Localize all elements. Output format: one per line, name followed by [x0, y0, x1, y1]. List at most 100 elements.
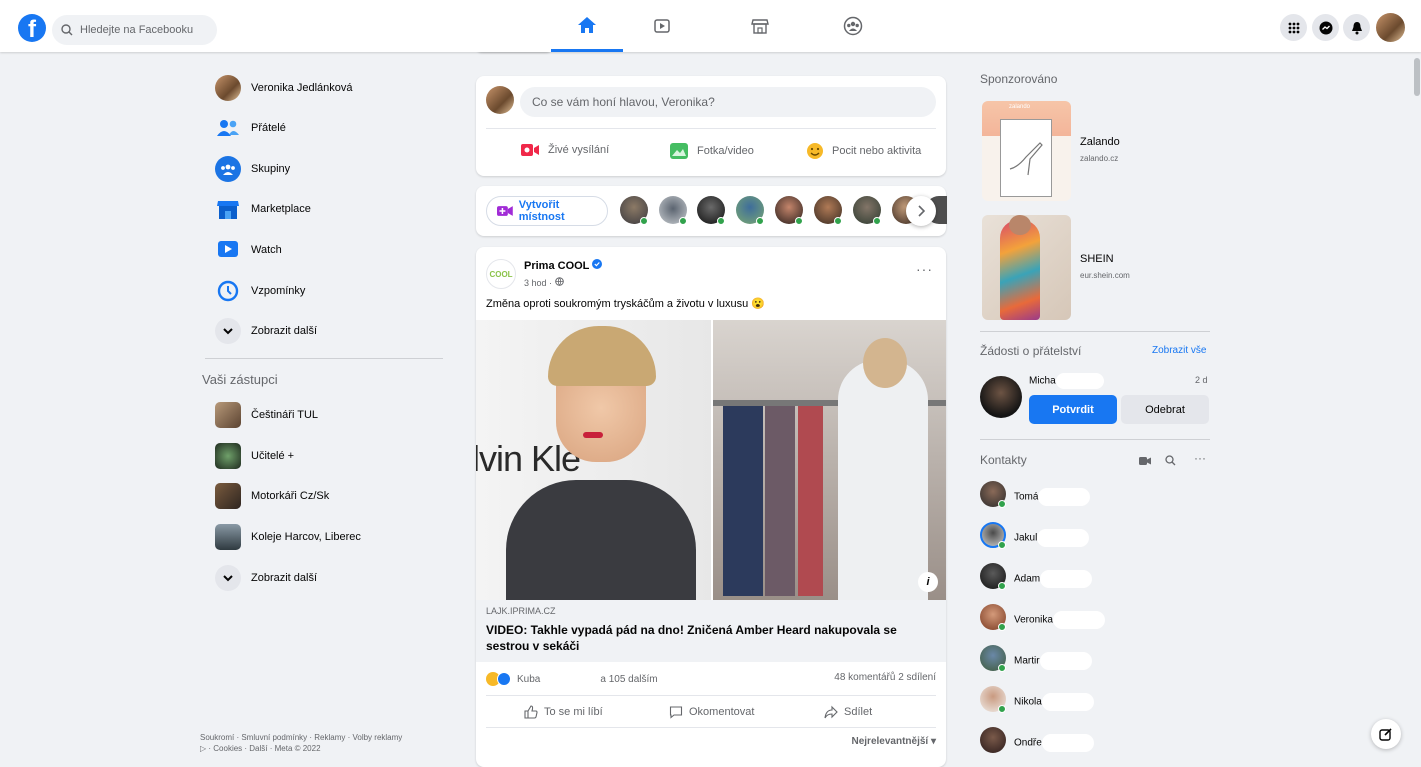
- contact-name[interactable]: Martir: [1014, 652, 1092, 670]
- smiley-icon: [807, 143, 823, 159]
- contact-name[interactable]: Nikola: [1014, 693, 1094, 711]
- shortcut-item[interactable]: Učitelé +: [205, 439, 294, 473]
- shortcut-item[interactable]: Češtináři TUL: [205, 398, 318, 432]
- ad-name[interactable]: SHEIN: [1080, 253, 1114, 265]
- notifications-button[interactable]: [1343, 14, 1370, 41]
- new-message-button[interactable]: [1371, 719, 1401, 749]
- post-text: Změna oproti soukromým tryskáčům a život…: [486, 298, 766, 310]
- image-clothes: [723, 406, 763, 596]
- tab-home[interactable]: [551, 0, 623, 52]
- sidebar-item-profile[interactable]: Veronika Jedlánková: [205, 71, 353, 105]
- contact-label: Nikola: [1014, 696, 1042, 708]
- contact-avatar[interactable]: [980, 727, 1006, 753]
- ad-image-shein[interactable]: [982, 215, 1071, 320]
- group-thumbnail: [215, 443, 241, 469]
- avatar: [486, 86, 514, 114]
- menu-grid-button[interactable]: [1280, 14, 1307, 41]
- shortcuts-show-more[interactable]: Zobrazit další: [205, 561, 317, 595]
- sidebar-item-label: Vzpomínky: [251, 285, 306, 297]
- tab-groups[interactable]: [817, 0, 889, 52]
- contacts-options-icon[interactable]: ···: [1194, 451, 1206, 465]
- post-time[interactable]: 3 hod ·: [524, 278, 555, 288]
- messenger-button[interactable]: [1312, 14, 1339, 41]
- sidebar-item-marketplace[interactable]: Marketplace: [205, 192, 311, 226]
- composer-input[interactable]: Co se vám honí hlavou, Veronika?: [520, 87, 936, 117]
- reactions-summary[interactable]: Kuba a 105 dalším: [486, 670, 658, 688]
- footer-links[interactable]: Soukromí · Smluvní podmínky · Reklamy · …: [200, 732, 450, 754]
- contact-name[interactable]: Ondře: [1014, 734, 1094, 752]
- feeling-activity-button[interactable]: Pocit nebo aktivita: [806, 142, 921, 160]
- request-age: 2 d: [1195, 375, 1208, 385]
- see-all-link[interactable]: Zobrazit vše: [1152, 345, 1206, 356]
- shortcut-item[interactable]: Motorkáři Cz/Sk: [205, 479, 329, 513]
- chevron-down-icon: [215, 565, 241, 591]
- post-image-left[interactable]: lvin Kle: [476, 320, 711, 600]
- contact-name[interactable]: Jakul: [1014, 529, 1090, 547]
- comment-button[interactable]: Okomentovat: [669, 705, 754, 719]
- friend-request-avatar[interactable]: [980, 376, 1022, 418]
- search-icon[interactable]: [1165, 455, 1176, 466]
- shortcut-label: Zobrazit další: [251, 572, 318, 584]
- live-video-button[interactable]: Živé vysílání: [520, 142, 609, 158]
- tab-marketplace[interactable]: [724, 0, 796, 52]
- link-preview[interactable]: LAJK.IPRIMA.CZ VIDEO: Takhle vypadá pád …: [476, 600, 946, 662]
- sidebar-item-memories[interactable]: Vzpomínky: [205, 274, 305, 308]
- friend-request-name[interactable]: Micha: [1029, 373, 1104, 389]
- group-thumbnail: [215, 524, 241, 550]
- video-plus-icon: [497, 206, 513, 216]
- high-heel-icon: [1009, 142, 1043, 176]
- post-author[interactable]: Prima COOL: [524, 259, 603, 272]
- comment-sort-dropdown[interactable]: Nejrelevantnější ▾: [851, 736, 936, 747]
- scroll-right-button[interactable]: [906, 196, 936, 226]
- verified-badge-icon: [592, 259, 603, 269]
- button-label: Živé vysílání: [548, 144, 610, 156]
- contact-name[interactable]: Veronika: [1014, 611, 1105, 629]
- divider: [486, 695, 936, 696]
- search-input[interactable]: Hledejte na Facebooku: [52, 15, 217, 45]
- scrollbar-thumb[interactable]: [1414, 58, 1420, 96]
- confirm-friend-button[interactable]: Potvrdit: [1029, 395, 1117, 424]
- post-image-right[interactable]: i: [713, 320, 946, 600]
- ad-name[interactable]: Zalando: [1080, 136, 1120, 148]
- sidebar-item-friends[interactable]: Přátelé: [205, 111, 286, 145]
- button-label: Okomentovat: [689, 706, 755, 718]
- shortcut-label: Učitelé +: [251, 450, 295, 462]
- online-dot: [998, 582, 1006, 590]
- link-title: VIDEO: Takhle vypadá pád na dno! Zničená…: [486, 623, 897, 653]
- watch-icon: [215, 237, 241, 263]
- divider: [486, 727, 936, 728]
- sidebar-item-label: Zobrazit další: [251, 325, 318, 337]
- photo-video-button[interactable]: Fotka/video: [669, 142, 754, 160]
- page-logo[interactable]: COOL: [486, 259, 516, 289]
- tab-watch[interactable]: [626, 0, 698, 52]
- ad-image-zalando[interactable]: zalando: [982, 101, 1071, 201]
- blurred-region: [1037, 529, 1090, 547]
- sidebar-show-more[interactable]: Zobrazit další: [205, 314, 317, 348]
- info-icon[interactable]: i: [918, 572, 938, 592]
- facebook-logo-icon[interactable]: f: [18, 14, 46, 42]
- ad-dress: [1000, 220, 1040, 320]
- contact-name[interactable]: Adam: [1014, 570, 1093, 588]
- share-button[interactable]: Sdílet: [824, 705, 872, 719]
- profile-avatar-button[interactable]: [1376, 13, 1405, 42]
- shortcut-label: Koleje Harcov, Liberec: [251, 531, 361, 543]
- sidebar-item-groups[interactable]: Skupiny: [205, 152, 290, 186]
- create-room-button[interactable]: Vytvořit místnost: [486, 196, 608, 226]
- contact-name[interactable]: Tomá: [1014, 488, 1091, 506]
- shortcut-item[interactable]: Koleje Harcov, Liberec: [205, 520, 361, 554]
- reactor-name: Kuba: [517, 673, 541, 685]
- feed-post: COOL Prima COOL 3 hod · ··· Změna oproti…: [476, 247, 946, 767]
- remove-friend-button[interactable]: Odebrat: [1121, 395, 1209, 424]
- contact-label: Tomá: [1014, 491, 1039, 503]
- comments-shares-count[interactable]: 48 komentářů 2 sdílení: [834, 672, 936, 683]
- sidebar-item-label: Marketplace: [251, 203, 311, 215]
- post-options-icon[interactable]: ···: [916, 261, 933, 277]
- blurred-region: [1038, 488, 1091, 506]
- online-dot: [756, 217, 764, 225]
- sidebar-item-watch[interactable]: Watch: [205, 233, 282, 267]
- like-button[interactable]: To se mi líbí: [524, 705, 603, 719]
- online-dot: [998, 705, 1006, 713]
- new-room-icon[interactable]: [1139, 456, 1151, 466]
- button-label: Vytvořit místnost: [518, 199, 565, 223]
- scrollbar[interactable]: [1413, 52, 1421, 756]
